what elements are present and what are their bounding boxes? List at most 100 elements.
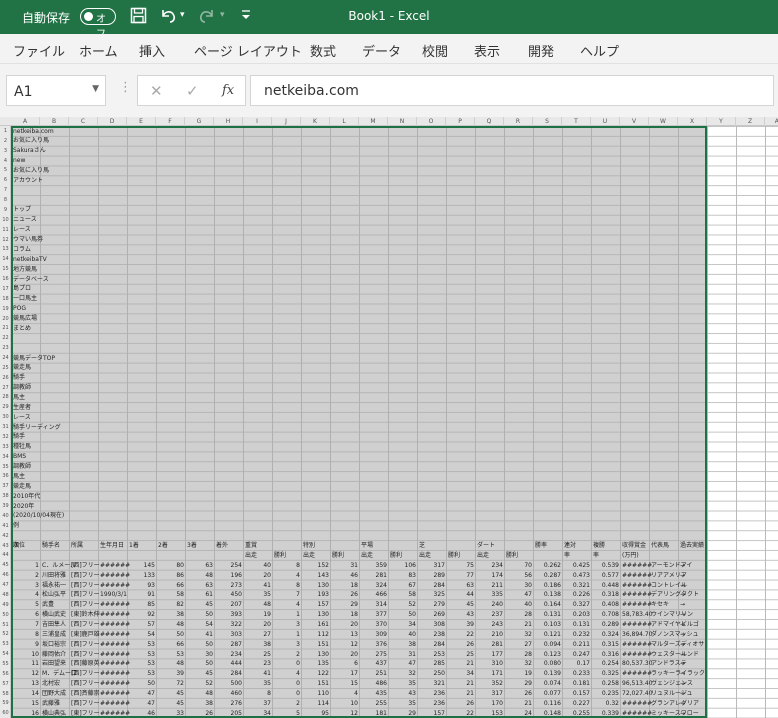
cell[interactable]: [西]フリー xyxy=(71,669,100,678)
cell[interactable]: 0.448 xyxy=(593,581,619,590)
cell[interactable]: ###### xyxy=(622,650,652,659)
cell[interactable]: 285 xyxy=(419,659,445,668)
cell[interactable]: 466 xyxy=(361,590,387,599)
cell[interactable]: 52 xyxy=(187,679,213,688)
row-header[interactable]: 25 xyxy=(0,365,11,371)
cell[interactable]: ヴェンジェンス xyxy=(651,679,693,688)
cell[interactable]: 0.164 xyxy=(535,600,561,609)
cell[interactable]: 45 xyxy=(158,689,184,698)
cell[interactable]: 順位 xyxy=(13,541,25,550)
row-header[interactable]: 38 xyxy=(0,493,11,499)
cell[interactable]: → xyxy=(680,689,685,698)
cell[interactable]: 4 xyxy=(274,571,300,580)
cell[interactable]: 0.157 xyxy=(564,689,590,698)
cell[interactable]: new xyxy=(13,156,25,165)
cell[interactable]: デアリングタクト xyxy=(651,590,699,599)
row-header[interactable]: 20 xyxy=(0,316,11,322)
row-header[interactable]: 39 xyxy=(0,503,11,509)
row-header[interactable]: 28 xyxy=(0,394,11,400)
cell[interactable]: 7 xyxy=(274,590,300,599)
cell[interactable]: → xyxy=(680,610,685,619)
cell[interactable]: 率 xyxy=(564,551,570,560)
cell[interactable]: [西]フリー xyxy=(71,590,100,599)
cell[interactable]: 308 xyxy=(419,620,445,629)
cell[interactable]: 12 xyxy=(13,669,39,678)
cell[interactable]: 0.289 xyxy=(593,620,619,629)
cell[interactable]: 坂口裕宗 xyxy=(42,640,66,649)
cell[interactable]: [東]鹿戸雄 xyxy=(71,630,100,639)
row-header[interactable]: 17 xyxy=(0,286,11,292)
cell[interactable]: リュヌルージュ xyxy=(651,689,692,698)
cell[interactable]: 11 xyxy=(13,659,39,668)
cell[interactable]: 出走 xyxy=(303,551,315,560)
cell[interactable]: 437 xyxy=(361,659,387,668)
tab-insert[interactable]: 挿入 xyxy=(139,41,165,60)
cell[interactable]: 370 xyxy=(361,620,387,629)
cell[interactable]: netkeiba.com xyxy=(13,127,54,136)
cell[interactable]: 314 xyxy=(361,600,387,609)
cell[interactable]: 28 xyxy=(506,610,532,619)
cell[interactable]: ###### xyxy=(100,581,130,590)
cell[interactable]: 27 xyxy=(245,630,271,639)
cell[interactable]: 359 xyxy=(361,561,387,570)
column-header[interactable]: O xyxy=(417,117,446,126)
tab-developer[interactable]: 開発 xyxy=(528,41,554,60)
cell[interactable]: 26 xyxy=(448,699,474,708)
cell[interactable]: 29 xyxy=(506,679,532,688)
cell[interactable]: 20 xyxy=(245,571,271,580)
cell[interactable]: 藤岡佑介 xyxy=(42,650,66,659)
cell[interactable]: 競走馬 xyxy=(13,363,31,372)
cell[interactable]: → xyxy=(680,571,685,580)
cell[interactable]: アカウント xyxy=(13,176,43,185)
cell[interactable]: netkeibaTV xyxy=(13,255,47,264)
cell[interactable]: 0.077 xyxy=(535,689,561,698)
cell[interactable]: (2020/10/04現在) xyxy=(13,511,64,520)
cell[interactable]: 322 xyxy=(216,620,242,629)
cell[interactable]: 80 xyxy=(158,561,184,570)
cell[interactable]: 72 xyxy=(158,679,184,688)
cell[interactable]: ウマい馬券 xyxy=(13,235,43,244)
cell[interactable]: 0.408 xyxy=(593,600,619,609)
cell[interactable]: POG xyxy=(13,304,26,313)
cell[interactable]: 500 xyxy=(216,679,242,688)
cell[interactable]: 236 xyxy=(419,699,445,708)
cell[interactable]: 269 xyxy=(419,610,445,619)
cell[interactable]: 53 xyxy=(129,650,155,659)
cell[interactable]: 生産者 xyxy=(13,403,31,412)
name-box[interactable]: A1 ▼ xyxy=(6,75,106,106)
cell[interactable]: 35 xyxy=(390,679,416,688)
cell[interactable]: 重賞 xyxy=(245,541,257,550)
cell[interactable]: ###### xyxy=(622,709,652,718)
cell[interactable]: 50 xyxy=(129,679,155,688)
cell[interactable]: 0.138 xyxy=(535,590,561,599)
cell[interactable]: 56 xyxy=(506,571,532,580)
cell[interactable]: 3 xyxy=(13,581,39,590)
cell[interactable]: 35 xyxy=(390,699,416,708)
row-header[interactable]: 23 xyxy=(0,345,11,351)
cell[interactable]: 0.211 xyxy=(564,640,590,649)
cell[interactable]: 207 xyxy=(216,600,242,609)
cell[interactable]: 284 xyxy=(419,640,445,649)
cell[interactable]: 86 xyxy=(158,571,184,580)
cell[interactable]: 36,894.70 xyxy=(622,630,653,639)
cell[interactable]: ###### xyxy=(622,640,652,649)
cell[interactable]: 0.17 xyxy=(564,659,590,668)
cell[interactable]: 58 xyxy=(390,590,416,599)
row-header[interactable]: 56 xyxy=(0,671,11,677)
cell[interactable]: ニュース xyxy=(13,215,37,224)
cell[interactable]: 32 xyxy=(506,630,532,639)
cell[interactable]: 3 xyxy=(274,620,300,629)
row-header[interactable]: 14 xyxy=(0,256,11,262)
cell[interactable]: 17 xyxy=(332,669,358,678)
column-header[interactable]: Y xyxy=(707,117,736,126)
cell[interactable]: 75 xyxy=(448,561,474,570)
cell[interactable]: 193 xyxy=(303,590,329,599)
row-header[interactable]: 54 xyxy=(0,651,11,657)
cell[interactable]: 157 xyxy=(419,709,445,718)
cell[interactable]: 吉田隼人 xyxy=(42,620,66,629)
cell[interactable]: 40 xyxy=(245,561,271,570)
cell[interactable]: → xyxy=(680,620,685,629)
cell[interactable]: 0.318 xyxy=(593,590,619,599)
cell[interactable]: 25 xyxy=(245,650,271,659)
column-header[interactable]: C xyxy=(69,117,98,126)
